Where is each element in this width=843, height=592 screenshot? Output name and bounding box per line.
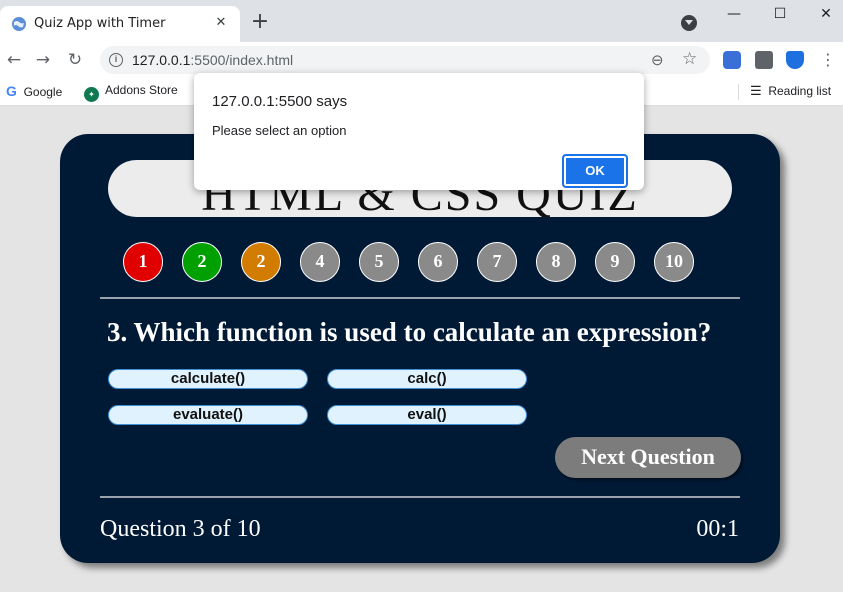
alert-dialog: 127.0.0.1:5500 says Please select an opt… [194, 73, 644, 190]
timer: 00:1 [696, 516, 739, 542]
progress-dot: 10 [654, 242, 694, 282]
url-host: 127.0.0.1 [132, 52, 191, 68]
extensions-puzzle-icon[interactable] [755, 51, 773, 69]
minimize-button[interactable]: — [711, 0, 757, 30]
option-button[interactable]: calc() [327, 369, 527, 389]
close-window-button[interactable]: ✕ [803, 0, 843, 30]
forward-arrow-icon[interactable]: → [31, 48, 55, 72]
progress-dot: 2 [241, 242, 281, 282]
bookmark-google[interactable]: G Google [6, 83, 62, 99]
progress-dot: 1 [123, 242, 163, 282]
globe-icon [12, 17, 26, 31]
tab-strip: Quiz App with Timer ✕ + — ☐ ✕ [0, 0, 843, 42]
back-arrow-icon[interactable]: ← [2, 48, 26, 72]
google-icon: G [6, 83, 17, 99]
bookmark-label: Addons Store [105, 83, 178, 97]
addons-icon: ✦ [84, 87, 99, 102]
progress-dot: 2 [182, 242, 222, 282]
url-text: 127.0.0.1:5500/index.html [132, 52, 293, 68]
dialog-message: Please select an option [212, 123, 347, 138]
question-text: 3. Which function is used to calculate a… [107, 317, 712, 347]
dialog-title: 127.0.0.1:5500 says [212, 93, 348, 110]
zoom-icon[interactable]: ⊖ [651, 51, 664, 69]
browser-tab[interactable]: Quiz App with Timer ✕ [0, 6, 240, 42]
progress-dot: 8 [536, 242, 576, 282]
next-question-button[interactable]: Next Question [555, 437, 741, 478]
adblock-extension-icon[interactable] [723, 51, 741, 69]
progress-dot: 6 [418, 242, 458, 282]
option-button[interactable]: calculate() [108, 369, 308, 389]
progress-dot: 9 [595, 242, 635, 282]
info-icon[interactable]: i [109, 53, 123, 67]
bookmark-label: Google [23, 85, 63, 99]
bookmark-addons-store[interactable]: ✦ Addons Store [84, 83, 178, 102]
question-progress: 1 2 2 4 5 6 7 8 9 10 [123, 242, 703, 282]
menu-dots-icon[interactable]: ⋮ [816, 48, 840, 72]
divider [100, 297, 740, 299]
question-counter: Question 3 of 10 [100, 516, 261, 542]
option-button[interactable]: evaluate() [108, 405, 308, 425]
reload-icon[interactable]: ↻ [63, 48, 87, 72]
option-button[interactable]: eval() [327, 405, 527, 425]
bookmarks-divider [738, 84, 739, 100]
tab-title: Quiz App with Timer [34, 16, 166, 31]
url-path: :5500/index.html [190, 52, 294, 68]
address-bar[interactable]: i 127.0.0.1:5500/index.html ⊖ ☆ [100, 46, 710, 74]
maximize-button[interactable]: ☐ [757, 0, 803, 30]
quiz-card: HTML & CSS QUIZ 1 2 2 4 5 6 7 8 9 10 3. … [60, 134, 780, 563]
ok-button[interactable]: OK [562, 154, 628, 188]
new-tab-button[interactable]: + [249, 11, 271, 33]
reading-list-icon: ☰ [750, 83, 762, 98]
progress-dot: 4 [300, 242, 340, 282]
tab-search-icon[interactable] [681, 15, 697, 31]
progress-dot: 7 [477, 242, 517, 282]
tab-close-icon[interactable]: ✕ [211, 13, 231, 33]
bookmark-star-icon[interactable]: ☆ [682, 49, 697, 69]
progress-dot: 5 [359, 242, 399, 282]
reading-list-label: Reading list [768, 84, 832, 98]
divider [100, 496, 740, 498]
reading-list-button[interactable]: ☰ Reading list [750, 83, 831, 99]
shield-extension-icon[interactable] [786, 51, 804, 69]
